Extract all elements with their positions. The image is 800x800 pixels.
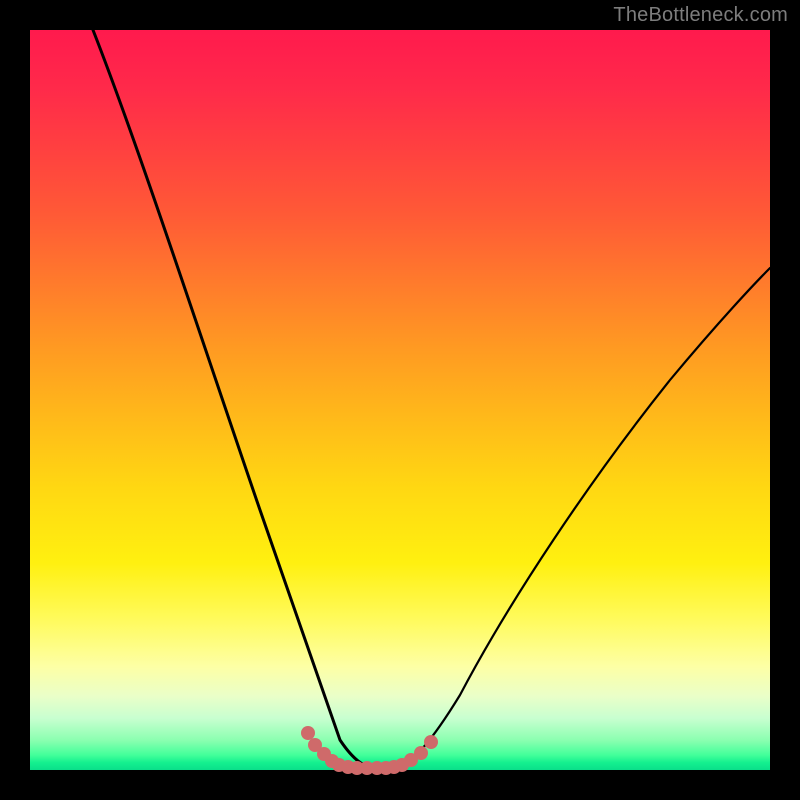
valley-marker-right-dot xyxy=(424,735,438,749)
valley-marker-right-dot xyxy=(414,746,428,760)
chart-frame: TheBottleneck.com xyxy=(0,0,800,800)
marker-layer xyxy=(301,726,438,775)
watermark-text: TheBottleneck.com xyxy=(613,4,788,27)
curve-layer xyxy=(93,30,770,767)
right-curve xyxy=(397,268,770,767)
valley-marker-left-dot xyxy=(301,726,315,740)
chart-svg xyxy=(30,30,770,770)
plot-area xyxy=(30,30,770,770)
left-curve xyxy=(93,30,370,767)
